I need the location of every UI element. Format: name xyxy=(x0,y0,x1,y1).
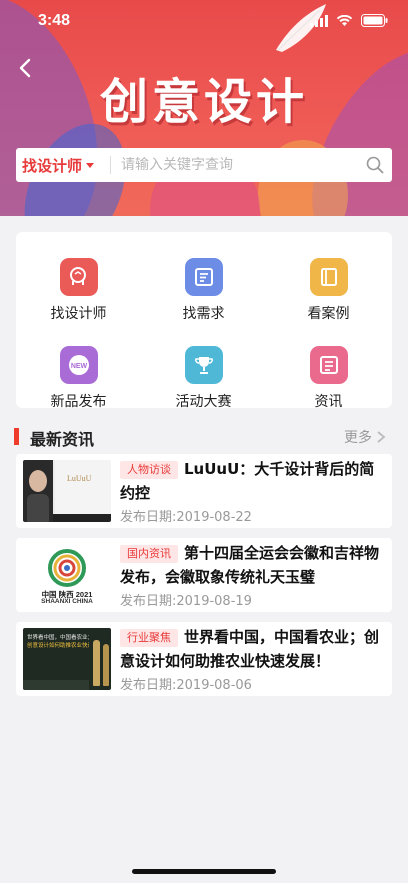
grid-item-find-demand[interactable]: 找需求 xyxy=(141,244,266,322)
system-icons xyxy=(310,14,388,27)
portrait-photo xyxy=(23,460,53,522)
news-card[interactable]: 中国 陕西 2021 SHAANXI CHINA 国内资讯 第十四届全运会会徽和吉… xyxy=(16,538,392,612)
news-icon xyxy=(309,346,348,384)
news-thumbnail: 中国 陕西 2021 SHAANXI CHINA xyxy=(23,544,111,606)
category-dropdown[interactable]: 找设计师 xyxy=(16,148,108,182)
thumb-caption: LuUuU xyxy=(67,474,92,483)
news-date: 发布日期:2019-08-06 xyxy=(120,678,252,693)
grid-item-label: 找设计师 xyxy=(50,306,107,322)
grid-item-label: 找需求 xyxy=(182,306,225,322)
section-title: 最新资讯 xyxy=(30,430,95,449)
section-header: 最新资讯 更多 xyxy=(14,426,392,449)
news-card[interactable]: 世界看中国，中国看农业； 创意设计如何助推农业快速发展！ 行业聚焦世界看中国，中… xyxy=(16,622,392,696)
news-title: 国内资讯 第十四届全运会会徽和吉祥物发布，会徽取象传统礼天玉璧 xyxy=(120,541,388,589)
case-book-icon xyxy=(309,258,348,296)
news-tag: 人物访谈 xyxy=(120,461,178,479)
news-date: 发布日期:2019-08-19 xyxy=(120,594,252,609)
grid-item-cases[interactable]: 看案例 xyxy=(266,244,391,322)
bottle-shape xyxy=(103,644,109,686)
news-tag: 行业聚焦 xyxy=(120,629,178,647)
status-bar: 3:48 xyxy=(0,0,408,44)
grid-item-label: 看案例 xyxy=(307,306,350,322)
news-thumbnail: LuUuU xyxy=(23,460,111,522)
banner-title: 创意设计 xyxy=(99,74,308,130)
news-thumbnail: 世界看中国，中国看农业； 创意设计如何助推农业快速发展！ xyxy=(23,628,111,690)
news-date: 发布日期:2019-08-22 xyxy=(120,510,252,525)
news-card[interactable]: LuUuU 人物访谈 LuUuU：大千设计背后的简约控 发布日期:2019-08-… xyxy=(16,454,392,528)
grid-item-contest[interactable]: 活动大赛 xyxy=(141,332,266,410)
grid-item-news[interactable]: 资讯 xyxy=(266,332,391,410)
wifi-icon xyxy=(336,14,353,26)
grid-item-label: 资讯 xyxy=(314,394,343,410)
more-link[interactable]: 更多 xyxy=(344,427,386,447)
status-time: 3:48 xyxy=(38,12,71,29)
news-title: 人物访谈 LuUuU：大千设计背后的简约控 xyxy=(120,457,388,505)
feature-grid: 找设计师 找需求 看案例 NEW 新品发布 活动大赛 资讯 xyxy=(16,232,392,410)
signal-icon xyxy=(310,14,328,27)
search-input[interactable] xyxy=(111,157,358,173)
search-icon[interactable] xyxy=(358,148,392,182)
grid-item-label: 活动大赛 xyxy=(175,394,232,410)
grid-item-new-product[interactable]: NEW 新品发布 xyxy=(16,332,141,410)
caret-down-icon xyxy=(86,162,95,168)
designer-icon xyxy=(59,258,98,296)
grid-item-label: 新品发布 xyxy=(50,394,107,410)
search-bar: 找设计师 xyxy=(16,148,392,182)
chevron-right-icon xyxy=(377,431,386,443)
news-title: 行业聚焦 世界看中国，中国看农业；创意设计如何助推农业快速发展！ xyxy=(120,625,388,673)
thumb-subcaption: SHAANXI CHINA xyxy=(41,598,93,605)
trophy-icon xyxy=(184,346,223,384)
news-tag: 国内资讯 xyxy=(120,545,178,563)
home-indicator[interactable] xyxy=(132,869,276,874)
grid-item-find-designer[interactable]: 找设计师 xyxy=(16,244,141,322)
more-label: 更多 xyxy=(344,430,372,446)
section-accent-bar xyxy=(14,428,19,445)
header-banner: 3:48 创意设计 找设计师 xyxy=(0,0,408,216)
battery-icon xyxy=(361,14,388,27)
bottle-shape xyxy=(93,640,100,686)
thumb-subcaption: 创意设计如何助推农业快速发展！ xyxy=(27,643,89,649)
thumb-caption: 世界看中国，中国看农业； xyxy=(27,635,89,641)
new-product-icon: NEW xyxy=(59,346,98,384)
demand-icon xyxy=(184,258,223,296)
dropdown-label: 找设计师 xyxy=(22,156,83,175)
svg-text:NEW: NEW xyxy=(70,363,87,370)
